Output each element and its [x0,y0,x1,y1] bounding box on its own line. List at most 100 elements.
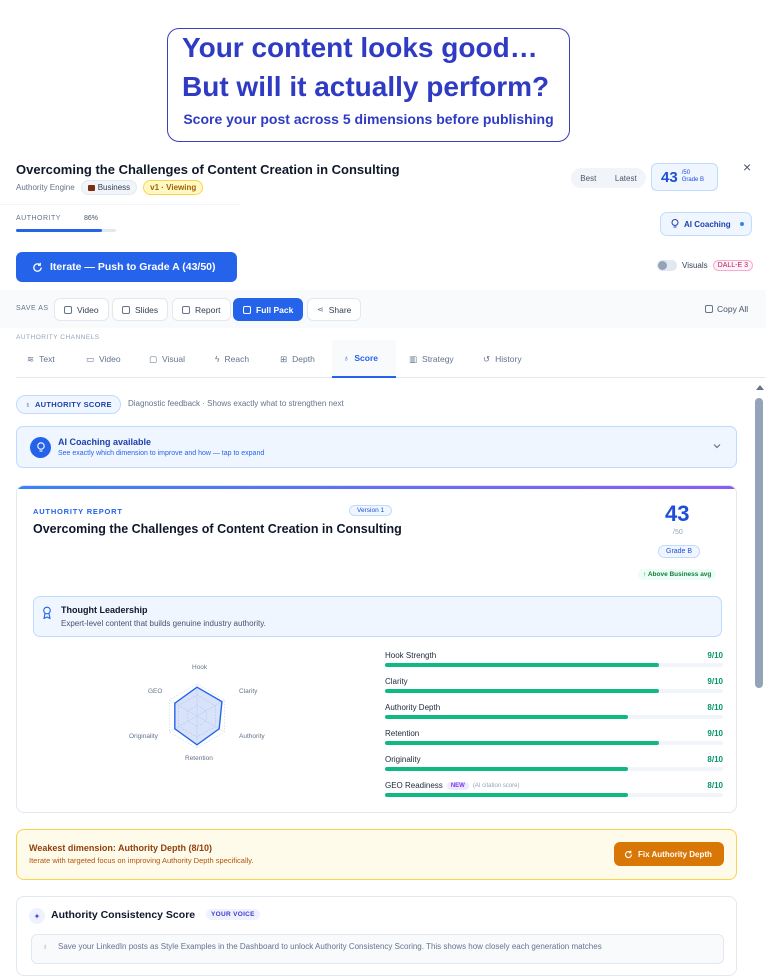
close-icon[interactable]: × [743,159,751,175]
authority-score-chip-label: AUTHORITY SCORE [34,400,112,409]
radar-label-retention: Retention [185,755,213,762]
best-button[interactable]: Best [580,174,596,183]
video-icon: ▭ [86,353,95,364]
ai-coaching-subtitle: See exactly which dimension to improve a… [58,450,265,457]
tab-visual[interactable]: ▢ Visual [138,340,196,378]
radar-label-originality: Originality [129,733,158,740]
radar-score-shape [174,686,223,746]
zap-icon: ϟ [215,354,220,364]
save-video-button[interactable]: Video [54,298,109,321]
tab-strategy[interactable]: ▥ Strategy [398,340,465,378]
copy-all-button[interactable]: Copy All [705,304,748,314]
tab-visual-label: Visual [162,354,186,364]
share-icon: ⋖ [317,305,324,314]
tab-score[interactable]: ♁ Score [332,340,396,378]
metric-name: GEO Readiness NEW (AI citation score) [385,781,520,790]
save-report-button[interactable]: Report [172,298,231,321]
report-accent-bar [17,486,736,489]
authority-label: AUTHORITY [16,215,61,222]
tab-depth[interactable]: ⊞ Depth [269,340,326,378]
post-title: Overcoming the Challenges of Content Cre… [16,162,400,177]
thought-leadership-panel: Thought Leadership Expert-level content … [33,596,722,637]
metric-value: 9/10 [707,729,723,738]
ai-coaching-button[interactable]: AI Coaching [660,212,752,236]
save-video-label: Video [77,304,99,315]
share-button[interactable]: ⋖ Share [307,298,362,321]
tab-video[interactable]: ▭ Video [75,340,132,378]
tab-reach[interactable]: ϟ Reach [204,340,260,378]
metric-row: GEO Readiness NEW (AI citation score) 8/… [385,779,723,805]
metric-name-text: Retention [385,729,420,738]
metric-value: 9/10 [707,651,723,660]
briefcase-icon [87,184,95,191]
authority-score-chip: ♁ AUTHORITY SCORE [16,395,121,414]
latest-button[interactable]: Latest [615,174,637,183]
metric-track [385,663,723,667]
level-subtitle: Expert-level content that builds genuine… [61,619,266,628]
promo-headline-1: Your content looks good… [182,32,538,63]
report-version-badge: Version 1 [349,505,393,516]
save-slides-button[interactable]: Slides [112,298,169,321]
history-icon: ↺ [483,353,491,364]
metric-name: Hook Strength [385,651,436,660]
metric-row: Retention 9/10 [385,727,723,753]
scrollbar-thumb[interactable] [755,398,763,688]
save-full-pack-button[interactable]: Full Pack [233,298,304,321]
your-voice-badge: YOUR VOICE [206,909,260,920]
copy-all-label: Copy All [717,304,749,314]
consistency-title: Authority Consistency Score [51,909,196,921]
weakest-subtitle: Iterate with targeted focus on improving… [29,856,254,865]
copy-icon [705,305,713,313]
monitor-icon: ▢ [149,353,158,364]
authority-progress-fill [16,229,102,232]
columns-icon: ▥ [409,353,418,364]
tab-history[interactable]: ↺ History [472,340,533,378]
visuals-toggle-row: Visuals DALL-E 3 [657,260,754,271]
scroll-up-icon[interactable] [756,385,764,390]
metric-note: (AI citation score) [472,782,520,789]
post-meta: Authority Engine Business v1 · Viewing [16,180,204,195]
metric-track [385,767,723,771]
metric-name: Retention [385,729,419,738]
metric-track [385,741,723,745]
tab-text[interactable]: ≋ Text [16,340,66,378]
metric-name-text: Hook Strength [385,651,437,660]
header-score: 43 [661,168,678,186]
lightbulb-icon [671,219,679,228]
promo-headline-2: But will it actually perform? [182,71,550,102]
metrics-list: Hook Strength 9/10 Clarity 9/10 Authorit… [385,649,723,805]
iterate-button[interactable]: Iterate — Push to Grade A (43/50) [16,252,237,282]
best-latest-toggle: Best Latest [571,168,646,188]
visuals-toggle[interactable] [657,260,677,271]
radar-label-clarity: Clarity [239,688,258,695]
ai-coaching-title: AI Coaching available [58,437,152,447]
copy-icon [64,305,72,314]
version-badge: v1 · Viewing [143,180,204,195]
tab-depth-label: Depth [292,354,315,364]
report-score: 43 [665,501,690,526]
ai-coaching-label: AI Coaching [684,219,731,229]
above-average-badge: ↑ Above Business avg [638,569,717,580]
scrollbar[interactable] [753,385,766,961]
fix-authority-depth-button[interactable]: Fix Authority Depth [614,842,724,866]
authority-report-card: AUTHORITY REPORT Version 1 Overcoming th… [16,485,737,813]
engine-label: Authority Engine [16,183,75,192]
copy-icon [122,305,130,314]
package-icon [243,305,251,314]
award-icon [43,606,51,619]
share-label: Share [328,304,352,315]
header-score-meta: /50 Grade B [682,170,704,184]
metric-track [385,689,723,693]
tab-reach-label: Reach [224,354,250,364]
lightbulb-icon [30,437,51,458]
chevron-down-icon[interactable] [712,441,722,451]
header-score-of: /50 [681,170,691,176]
report-title: Overcoming the Challenges of Content Cre… [33,522,402,536]
tab-history-label: History [495,354,522,364]
level-title: Thought Leadership [61,605,148,615]
fix-button-label: Fix Authority Depth [638,849,712,859]
metric-fill [385,689,659,693]
metric-track [385,793,723,797]
metric-name: Authority Depth [385,703,440,712]
ai-coaching-panel[interactable]: AI Coaching available See exactly which … [16,426,737,468]
